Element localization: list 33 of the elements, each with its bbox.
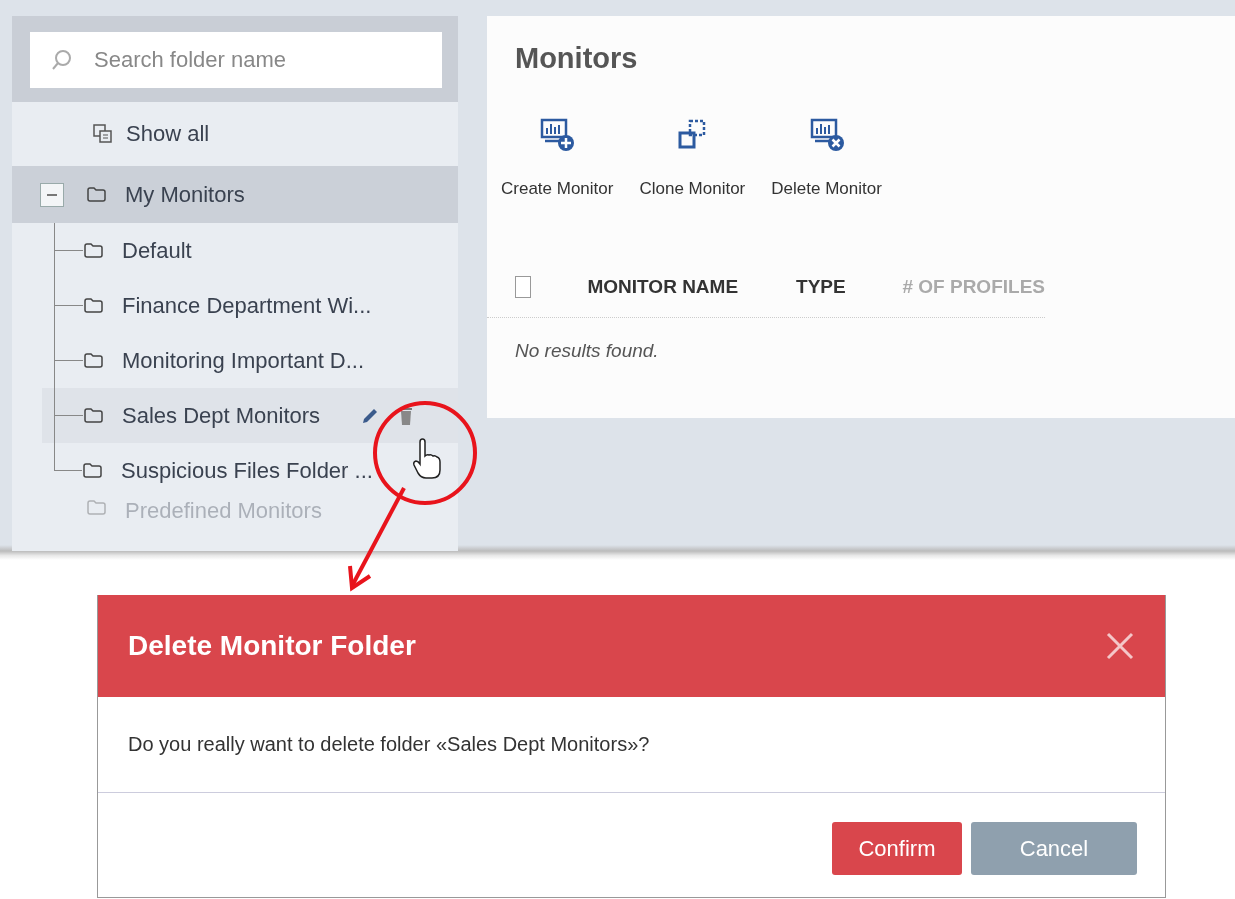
toolbar-button[interactable]: Create Monitor [495, 117, 620, 199]
toolbar-button[interactable]: Delete Monitor [765, 117, 888, 199]
dialog-message: Do you really want to delete folder «Sales Dept Monitors»? [98, 697, 1165, 793]
search-field[interactable]: Search folder name [30, 32, 442, 88]
folder-icon [83, 241, 104, 260]
dialog-title: Delete Monitor Folder [128, 630, 416, 662]
windows-icon [92, 123, 114, 145]
folder-icon [86, 498, 107, 517]
toolbar-button[interactable]: Clone Monitor [633, 117, 752, 199]
close-icon[interactable] [1105, 631, 1135, 661]
hand-cursor-icon [412, 438, 442, 480]
folder-icon [86, 185, 107, 204]
tree-item[interactable]: My Monitors [12, 166, 458, 223]
folder-icon [83, 296, 104, 315]
folder-icon [83, 351, 104, 370]
column-header[interactable]: MONITOR NAME [587, 276, 797, 298]
folder-icon [82, 461, 103, 480]
monitor-plus-icon [539, 117, 576, 153]
search-icon [50, 49, 72, 71]
tree-item[interactable]: Sales Dept Monitors [42, 388, 458, 443]
show-all-link[interactable]: Show all [92, 121, 210, 147]
confirm-button[interactable]: Confirm [832, 822, 962, 875]
select-all-checkbox[interactable] [515, 276, 532, 298]
tree-item[interactable]: Suspicious Files Folder ... [12, 443, 458, 498]
trash-icon[interactable] [398, 405, 415, 426]
tree-item[interactable]: Default [12, 223, 458, 278]
monitor-x-icon [808, 117, 845, 153]
empty-message: No results found. [515, 340, 660, 362]
tree-item[interactable]: Finance Department Wi... [12, 278, 458, 333]
column-header[interactable]: TYPE [796, 276, 903, 298]
page-title: Monitors [515, 42, 639, 75]
collapse-toggle[interactable] [40, 182, 64, 207]
folder-icon [83, 406, 104, 425]
